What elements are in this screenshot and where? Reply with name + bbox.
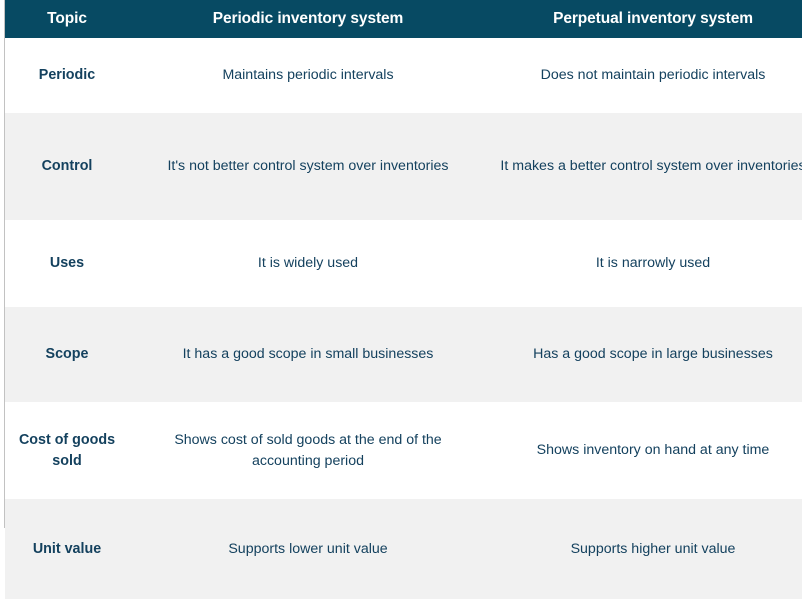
cell-perpetual: Supports higher unit value — [487, 499, 802, 599]
cell-topic: Unit value — [5, 499, 129, 599]
cell-periodic: It is widely used — [129, 220, 487, 307]
column-header-topic: Topic — [5, 0, 129, 38]
cell-periodic: Shows cost of sold goods at the end of t… — [129, 402, 487, 499]
cell-perpetual: Shows inventory on hand at any time — [487, 402, 802, 499]
table-row: Scope It has a good scope in small busin… — [5, 307, 802, 402]
cell-periodic: Supports lower unit value — [129, 499, 487, 599]
cell-topic: Scope — [5, 307, 129, 402]
cell-perpetual: It is narrowly used — [487, 220, 802, 307]
cell-perpetual: Has a good scope in large businesses — [487, 307, 802, 402]
cell-perpetual: It makes a better control system over in… — [487, 113, 802, 220]
cell-topic: Cost of goods sold — [5, 402, 129, 499]
table-row: Uses It is widely used It is narrowly us… — [5, 220, 802, 307]
cell-topic: Uses — [5, 220, 129, 307]
cell-periodic: It's not better control system over inve… — [129, 113, 487, 220]
table-row: Periodic Maintains periodic intervals Do… — [5, 38, 802, 113]
cell-perpetual: Does not maintain periodic intervals — [487, 38, 802, 113]
table-row: Cost of goods sold Shows cost of sold go… — [5, 402, 802, 499]
comparison-table-page: Topic Periodic inventory system Perpetua… — [0, 0, 802, 599]
comparison-table: Topic Periodic inventory system Perpetua… — [5, 0, 802, 599]
cell-periodic: Maintains periodic intervals — [129, 38, 487, 113]
table-frame: Topic Periodic inventory system Perpetua… — [4, 0, 802, 599]
table-header: Topic Periodic inventory system Perpetua… — [5, 0, 802, 38]
column-header-perpetual-inventory-system: Perpetual inventory system — [487, 0, 802, 38]
table-body: Periodic Maintains periodic intervals Do… — [5, 38, 802, 599]
table-header-row: Topic Periodic inventory system Perpetua… — [5, 0, 802, 38]
cell-topic: Periodic — [5, 38, 129, 113]
cell-periodic: It has a good scope in small businesses — [129, 307, 487, 402]
column-header-periodic-inventory-system: Periodic inventory system — [129, 0, 487, 38]
cell-topic: Control — [5, 113, 129, 220]
table-row: Control It's not better control system o… — [5, 113, 802, 220]
table-row: Unit value Supports lower unit value Sup… — [5, 499, 802, 599]
